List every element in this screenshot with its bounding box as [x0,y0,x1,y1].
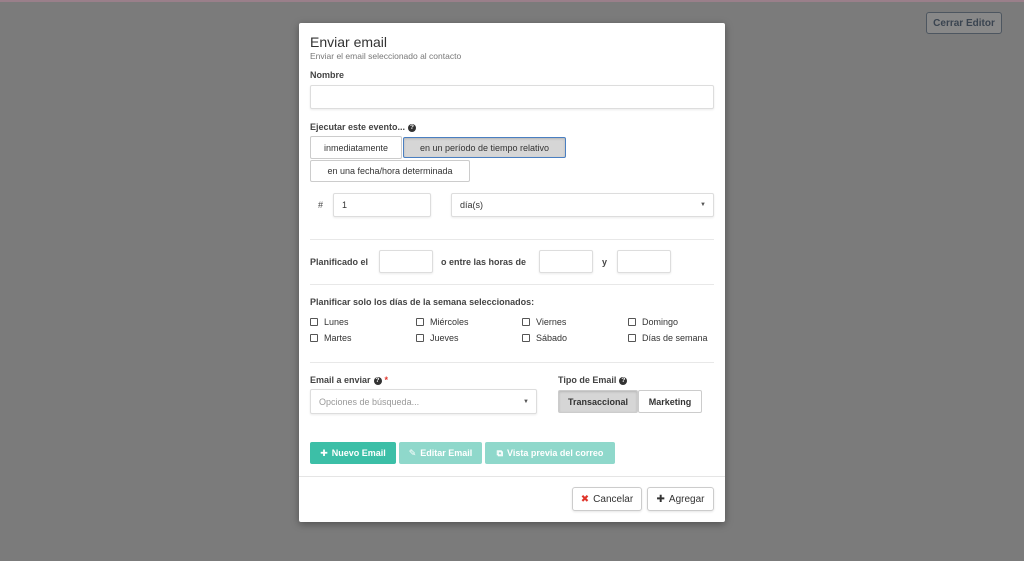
weekday-tuesday-checkbox[interactable]: Martes [310,333,352,343]
cancel-button[interactable]: ✖ Cancelar [572,487,642,511]
preview-email-label: Vista previa del correo [507,448,604,458]
edit-email-button[interactable]: ✎ Editar Email [399,442,482,464]
preview-email-button[interactable]: ⧉ Vista previa del correo [485,442,615,464]
unit-select-value: día(s) [460,200,484,210]
weekday-monday-checkbox[interactable]: Lunes [310,317,349,327]
name-label: Nombre [310,70,345,80]
email-type-marketing-button[interactable]: Marketing [638,390,702,413]
weekday-sunday-checkbox[interactable]: Domingo [628,317,678,327]
weekday-label: Sábado [536,333,568,343]
weekday-label: Días de semana [642,333,708,343]
weekday-thursday-checkbox[interactable]: Jueves [416,333,459,343]
trigger-immediately-button[interactable]: inmediatamente [310,136,402,159]
question-circle-icon: ? [408,123,417,132]
weekdays-all-checkbox[interactable]: Días de semana [628,333,708,343]
trigger-relative-button[interactable]: en un período de tiempo relativo [403,137,566,158]
external-link-icon: ⧉ [496,447,504,458]
hash-label: # [318,200,324,210]
question-circle-icon: ? [619,376,628,385]
cancel-label: Cancelar [593,493,634,505]
question-circle-icon: ? [373,376,382,385]
times-icon: ✖ [580,493,590,505]
divider [310,284,714,285]
email-search-placeholder: Opciones de búsqueda... [319,396,420,407]
footer-divider [299,476,725,477]
top-accent-line [0,0,1024,2]
checkbox-box[interactable] [628,318,636,326]
email-label-text: Email a enviar [310,375,371,385]
weekday-wednesday-checkbox[interactable]: Miércoles [416,317,469,327]
email-to-send-label: Email a enviar? * [310,375,388,385]
trigger-label: Ejecutar este evento...? [310,122,417,132]
weekday-friday-checkbox[interactable]: Viernes [522,317,566,327]
email-type-label: Tipo de Email? [558,375,628,385]
scheduled-date-input[interactable] [379,250,433,273]
add-label: Agregar [668,493,705,505]
weekday-label: Viernes [536,317,567,327]
interval-input[interactable]: 1 [333,193,431,217]
and-label: y [602,257,608,267]
required-asterisk: * [384,375,389,385]
modal-title: Enviar email [310,34,388,50]
plus-icon: ✚ [320,447,328,458]
weekday-label: Martes [324,333,352,343]
scheduled-label: Planificado el [310,257,369,267]
checkbox-box[interactable] [310,318,318,326]
start-hour-input[interactable] [539,250,593,273]
weekdays-label: Planificar solo los días de la semana se… [310,297,535,307]
send-email-modal: Enviar email Enviar el email seleccionad… [299,23,725,522]
chevron-down-icon: ▼ [700,202,706,208]
weekday-label: Domingo [642,317,679,327]
checkbox-box[interactable] [416,318,424,326]
trigger-date-button[interactable]: en una fecha/hora determinada [310,160,470,182]
weekday-label: Miércoles [430,317,469,327]
add-button[interactable]: ✚ Agregar [647,487,714,511]
unit-select[interactable]: día(s) ▼ [451,193,714,217]
email-type-transactional-button[interactable]: Transaccional [558,390,638,413]
between-hours-label: o entre las horas de [441,257,527,267]
edit-icon: ✎ [408,447,417,458]
checkbox-box[interactable] [522,334,530,342]
email-type-label-text: Tipo de Email [558,375,617,385]
end-hour-input[interactable] [617,250,671,273]
chevron-down-icon: ▼ [523,398,529,405]
checkbox-box[interactable] [310,334,318,342]
email-search-select[interactable]: Opciones de búsqueda... ▼ [310,389,537,414]
divider [310,362,714,363]
modal-subtitle: Enviar el email seleccionado al contacto [310,51,462,61]
plus-icon: ✚ [656,493,665,505]
new-email-button[interactable]: ✚ Nuevo Email [310,442,396,464]
checkbox-box[interactable] [628,334,636,342]
checkbox-box[interactable] [416,334,424,342]
trigger-label-text: Ejecutar este evento... [310,122,406,132]
weekday-label: Jueves [430,333,459,343]
edit-email-label: Editar Email [420,448,473,458]
weekday-label: Lunes [324,317,349,327]
weekday-saturday-checkbox[interactable]: Sábado [522,333,567,343]
checkbox-box[interactable] [522,318,530,326]
close-editor-button[interactable]: Cerrar Editor [926,12,1002,34]
divider [310,239,714,240]
name-input[interactable] [310,85,714,109]
new-email-label: Nuevo Email [331,448,386,458]
